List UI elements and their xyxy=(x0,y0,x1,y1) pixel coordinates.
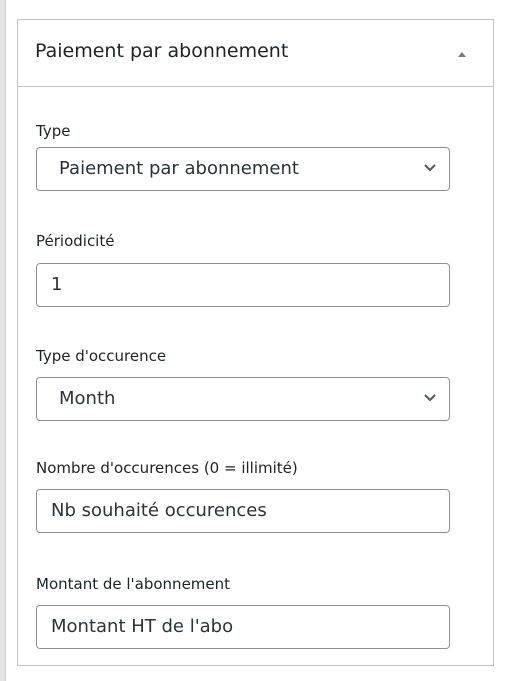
periodicite-input[interactable]: 1 xyxy=(36,263,450,307)
subscription-metabox: Paiement par abonnement Type Paiement pa… xyxy=(17,19,494,666)
nombre-occurences-label: Nombre d'occurences (0 = illimité) xyxy=(36,459,298,477)
type-label: Type xyxy=(36,122,71,140)
nombre-occurences-input[interactable]: Nb souhaité occurences xyxy=(36,489,450,533)
nombre-occurences-input-value: Nb souhaité occurences xyxy=(51,500,267,521)
type-occurence-select-value: Month xyxy=(59,388,116,409)
periodicite-input-value: 1 xyxy=(51,274,63,295)
chevron-down-icon xyxy=(424,164,436,172)
type-occurence-select[interactable]: Month xyxy=(36,377,450,421)
arrow-up-icon xyxy=(458,52,466,57)
montant-input-value: Montant HT de l'abo xyxy=(51,616,234,637)
metabox-title: Paiement par abonnement xyxy=(35,40,289,62)
type-select-value: Paiement par abonnement xyxy=(59,158,299,179)
montant-input[interactable]: Montant HT de l'abo xyxy=(36,605,450,649)
collapse-toggle-button[interactable] xyxy=(451,44,473,64)
type-select[interactable]: Paiement par abonnement xyxy=(36,147,450,191)
montant-label: Montant de l'abonnement xyxy=(36,575,231,593)
left-edge-divider xyxy=(0,0,6,681)
periodicite-label: Périodicité xyxy=(36,232,115,250)
type-occurence-label: Type d'occurence xyxy=(36,347,167,365)
screen: Paiement par abonnement Type Paiement pa… xyxy=(0,0,506,681)
chevron-down-icon xyxy=(424,394,436,402)
metabox-header[interactable]: Paiement par abonnement xyxy=(18,20,493,87)
